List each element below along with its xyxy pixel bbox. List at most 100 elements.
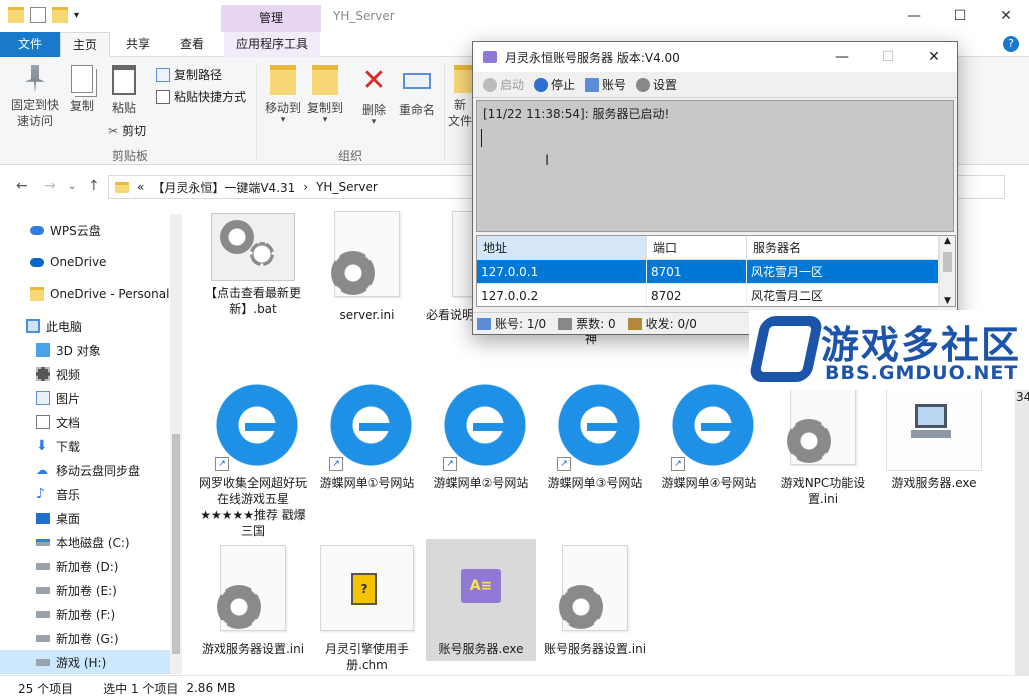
nav-item[interactable]: 本地磁盘 (C:) (0, 530, 182, 554)
desktop-icon (36, 512, 50, 524)
computer-icon (26, 319, 40, 333)
column-header-server-name[interactable]: 服务器名 (747, 236, 939, 259)
column-header-port[interactable]: 端口 (647, 236, 747, 259)
forward-arrow-icon[interactable]: → (44, 178, 56, 194)
nav-item[interactable]: 视频 (0, 362, 182, 386)
selection-info: 选中 1 个项目 (103, 681, 179, 696)
file-item[interactable]: server.ini (312, 205, 422, 323)
nav-item[interactable]: 文档 (0, 410, 182, 434)
scroll-up-icon[interactable]: ▲ (940, 236, 955, 246)
folder-icon (30, 287, 44, 301)
copy-path-icon (156, 67, 170, 82)
column-header-address[interactable]: 地址 (477, 236, 647, 259)
rename-button[interactable]: 重命名 (396, 65, 438, 118)
new-folder-button[interactable]: 新 文件 (448, 65, 472, 129)
nav-item[interactable]: 新加卷 (D:) (0, 554, 182, 578)
ie-shortcut-icon: ↗ (553, 379, 645, 471)
file-item[interactable]: 账号服务器设置.ini (540, 539, 650, 657)
scrollbar-thumb[interactable] (943, 252, 952, 272)
nav-item[interactable]: 3D 对象 (0, 338, 182, 362)
table-row[interactable]: 127.0.0.2 8702 风花雪月二区 (477, 284, 955, 306)
file-item[interactable]: ? 月灵引擎使用手册.chm (312, 539, 422, 673)
file-item[interactable]: 游戏服务器.exe (882, 373, 986, 491)
nav-item[interactable]: ☁ 移动云盘同步盘 (0, 458, 182, 482)
background-window-text: 34 (1016, 390, 1029, 404)
file-item[interactable]: 游戏NPC功能设置.ini (768, 373, 878, 507)
breadcrumb-separator[interactable]: › (303, 180, 308, 194)
tab-share[interactable]: 共享 (114, 32, 162, 57)
scrollbar-thumb[interactable] (172, 434, 180, 654)
minimize-button[interactable]: — (891, 0, 937, 32)
close-button[interactable]: ✕ (983, 0, 1029, 32)
up-arrow-icon[interactable]: ↑ (88, 178, 100, 194)
nav-item[interactable]: ⬇ 下载 (0, 434, 182, 458)
nav-item[interactable]: 新加卷 (F:) (0, 602, 182, 626)
nav-item-selected[interactable]: 游戏 (H:) (0, 650, 182, 674)
cut-button[interactable]: ✂ 剪切 (108, 122, 146, 139)
maximize-button[interactable]: ☐ (865, 42, 911, 72)
tab-home[interactable]: 主页 (60, 32, 110, 57)
recent-dropdown-icon[interactable]: ⌄ (68, 181, 76, 192)
move-to-button[interactable]: 移动到 ▾ (262, 65, 304, 125)
copy-to-button[interactable]: 复制到 ▾ (304, 65, 346, 125)
ie-shortcut-icon: ↗ (211, 379, 303, 471)
watermark-title: 游戏多社区 (821, 323, 1022, 367)
scroll-down-icon[interactable]: ▼ (940, 296, 955, 306)
paste-shortcut-button[interactable]: 粘贴快捷方式 (156, 88, 246, 105)
breadcrumb-item[interactable]: 【月灵永恒】一键端V4.31 (152, 179, 295, 196)
gear-icon (636, 77, 651, 92)
explorer-status-bar: 25 个项目 选中 1 个项目 2.86 MB (0, 675, 1029, 700)
tab-app-tools[interactable]: 应用程序工具 (224, 32, 320, 57)
new-folder-icon[interactable] (52, 7, 68, 23)
breadcrumb-item[interactable]: YH_Server (316, 180, 378, 194)
nav-item[interactable]: OneDrive - Personal (0, 282, 182, 306)
file-item[interactable]: ↗ 游蝶网单①号网站 (312, 373, 422, 491)
music-icon: ♪ (36, 486, 45, 502)
paste-button[interactable]: 粘贴 (104, 65, 144, 116)
nav-scrollbar[interactable] (170, 214, 182, 674)
stop-button[interactable]: 停止 (534, 76, 575, 93)
nav-item[interactable]: 新加卷 (E:) (0, 578, 182, 602)
nav-item[interactable]: OneDrive (0, 250, 182, 274)
pause-icon (534, 77, 549, 92)
settings-button[interactable]: 设置 (636, 76, 677, 93)
video-icon (36, 367, 50, 381)
close-button[interactable]: ✕ (911, 42, 957, 72)
server-list-table[interactable]: 地址 端口 服务器名 127.0.0.1 8701 风花雪月一区 127.0.0… (476, 235, 956, 307)
chevron-down-icon: ▾ (280, 115, 286, 125)
file-item[interactable]: ↗ 游蝶网单②号网站 (426, 373, 536, 491)
copy-button[interactable]: 复制 (64, 65, 100, 114)
nav-item[interactable]: 新加卷 (G:) (0, 626, 182, 650)
maximize-button[interactable]: ☐ (937, 0, 983, 32)
nav-item[interactable]: 此电脑 (0, 314, 182, 338)
file-item[interactable]: ↗ 游蝶网单④号网站 (654, 373, 764, 491)
properties-icon[interactable] (30, 7, 46, 23)
file-item[interactable]: 必看说明 (426, 205, 472, 323)
account-button[interactable]: 账号 (585, 76, 626, 93)
minimize-button[interactable]: — (819, 42, 865, 72)
help-icon[interactable]: ? (1003, 36, 1019, 52)
file-item[interactable]: 游戏服务器设置.ini (198, 539, 308, 657)
copy-path-button[interactable]: 复制路径 (156, 66, 222, 83)
back-arrow-icon[interactable]: ← (16, 178, 28, 194)
table-row-selected[interactable]: 127.0.0.1 8701 风花雪月一区 (477, 260, 955, 284)
nav-item[interactable]: 图片 (0, 386, 182, 410)
delete-button[interactable]: ✕ 删除 ▾ (356, 65, 392, 127)
file-item[interactable]: 【点击查看最新更新】.bat (198, 205, 308, 317)
nav-item[interactable]: 桌面 (0, 506, 182, 530)
start-button[interactable]: 启动 (483, 76, 524, 93)
nav-item[interactable]: ♪ 音乐 (0, 482, 182, 506)
file-item-selected[interactable]: A≡ 账号服务器.exe (426, 539, 536, 661)
folder-icon[interactable] (8, 7, 24, 23)
qat-dropdown-icon[interactable]: ▾ (74, 10, 79, 21)
file-item[interactable]: ↗ 网罗收集全网超好玩在线游戏五星★★★★★推荐 戳爆三国 (198, 373, 308, 539)
file-item[interactable]: ↗ 游蝶网单③号网站 (540, 373, 650, 491)
nav-item[interactable]: WPS云盘 (0, 218, 182, 242)
tab-view[interactable]: 查看 (168, 32, 216, 57)
pin-to-quick-access-button[interactable]: 固定到快 速访问 (6, 65, 64, 129)
breadcrumb-overflow[interactable]: « (137, 180, 144, 194)
table-scrollbar[interactable]: ▲ ▼ (939, 236, 955, 306)
tab-manage[interactable]: 管理 (221, 5, 321, 32)
log-textarea[interactable]: [11/22 11:38:54]: 服务器已启动! I (476, 100, 954, 232)
tab-file[interactable]: 文件 (0, 32, 60, 57)
